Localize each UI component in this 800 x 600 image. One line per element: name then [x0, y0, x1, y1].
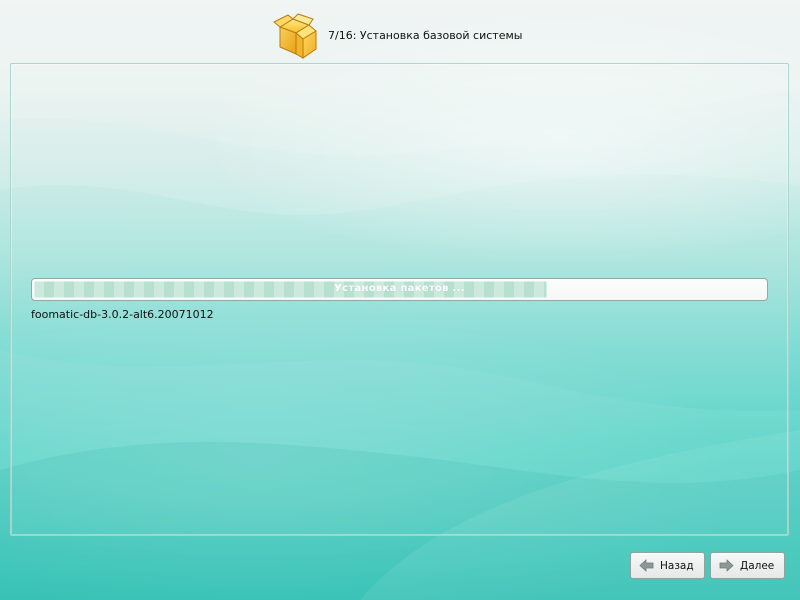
page-title: 7/16: Установка базовой системы: [328, 28, 523, 42]
current-package-name: foomatic-db-3.0.2-alt6.20071012: [31, 308, 214, 321]
progress-label: Установка пакетов ...: [334, 283, 465, 294]
installer-header: 7/16: Установка базовой системы: [272, 10, 522, 60]
back-arrow-icon: [639, 559, 654, 572]
next-button-label: Далее: [740, 559, 775, 572]
next-arrow-icon: [719, 559, 734, 572]
back-button[interactable]: Назад: [630, 552, 705, 579]
next-button[interactable]: Далее: [710, 552, 785, 579]
back-button-label: Назад: [660, 559, 694, 572]
install-progress-bar: Установка пакетов ...: [31, 278, 768, 301]
package-box-icon: [273, 13, 317, 59]
